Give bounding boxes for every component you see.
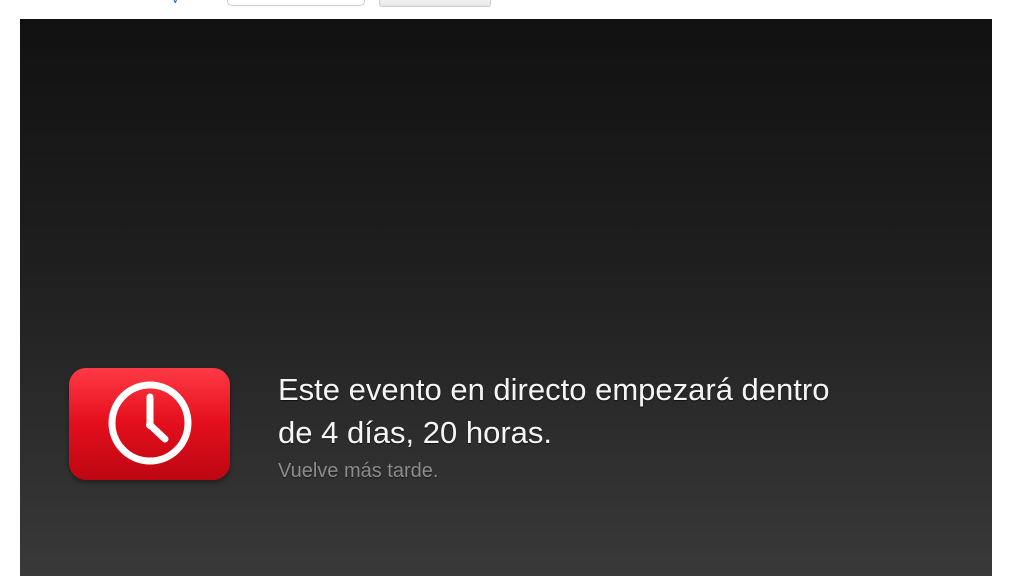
youtube-live-event-page: y Este evento en directo empezará dentro… xyxy=(0,0,1024,576)
live-event-clock-badge xyxy=(69,368,230,480)
top-text-input[interactable] xyxy=(227,0,365,6)
live-event-player: Este evento en directo empezará dentro d… xyxy=(20,19,992,576)
headline-line-2: de 4 días, 20 horas. xyxy=(278,415,553,450)
top-link[interactable]: y xyxy=(172,0,186,3)
live-event-message: Este evento en directo empezará dentro d… xyxy=(278,368,958,484)
clock-icon xyxy=(108,381,192,465)
top-toolbar: y xyxy=(0,0,1024,18)
come-back-later-text: Vuelve más tarde. xyxy=(278,460,439,482)
live-event-headline: Este evento en directo empezará dentro d… xyxy=(278,368,958,454)
top-action-button[interactable] xyxy=(379,0,491,7)
headline-line-1: Este evento en directo empezará dentro xyxy=(278,372,830,407)
